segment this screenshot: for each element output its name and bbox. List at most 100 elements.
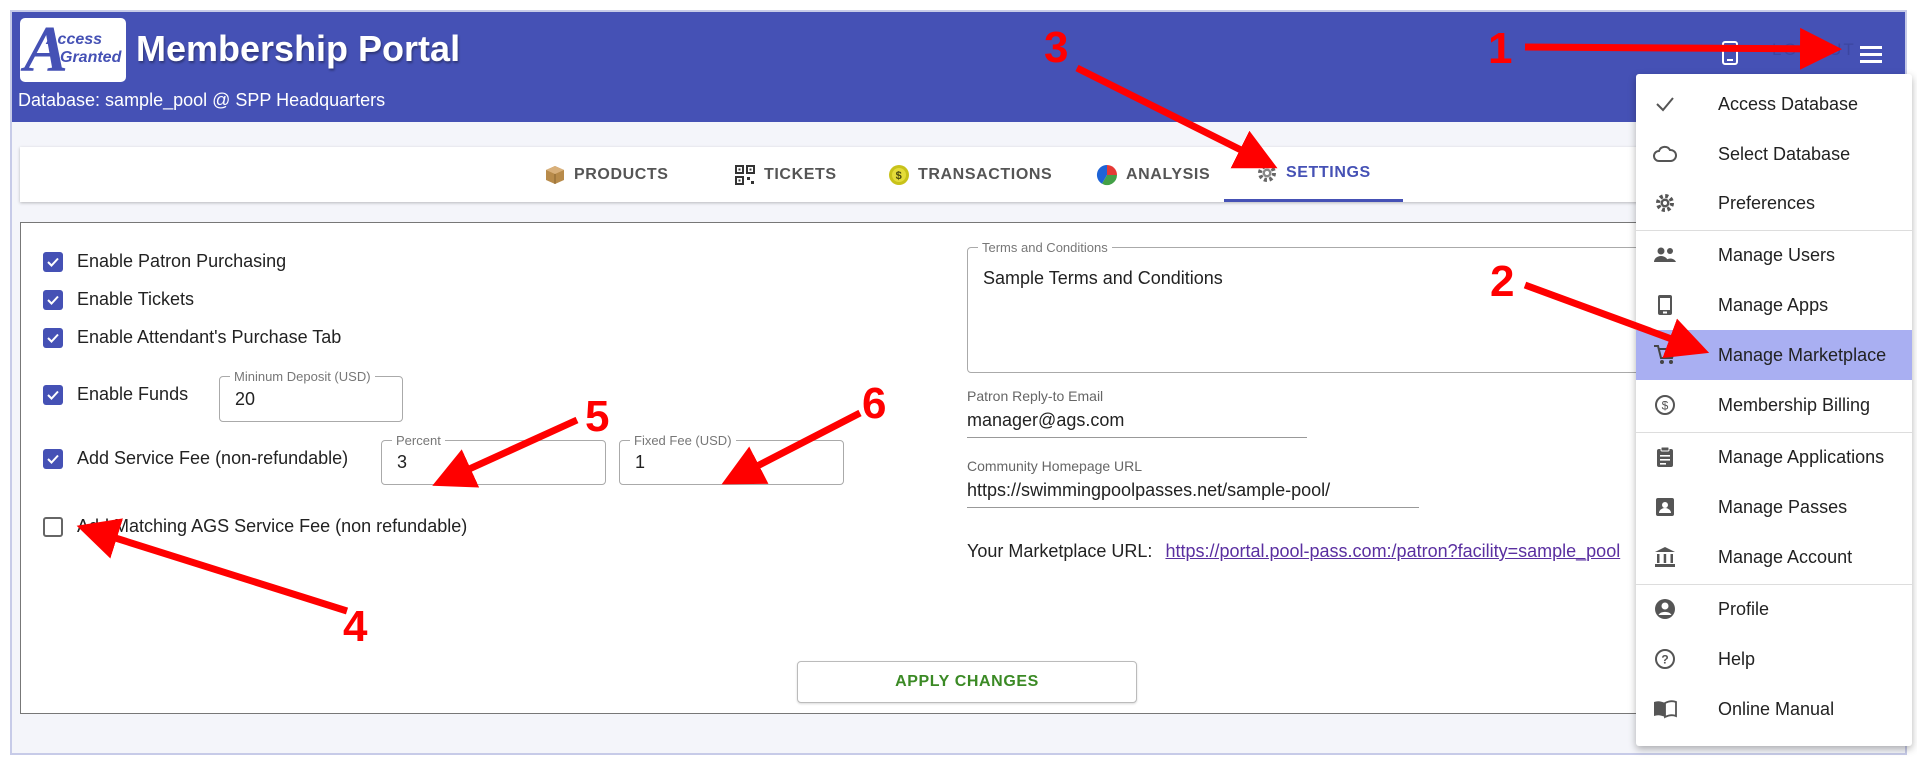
tab-products[interactable]: PRODUCTS [544,147,669,202]
menu-item-access-database[interactable]: Access Database [1636,79,1912,129]
pie-chart-icon [1096,164,1118,186]
book-icon [1650,694,1680,724]
checkbox-label: Enable Patron Purchasing [77,251,287,271]
tab-bar: PRODUCTS TICKETS $ TRANSACTIONS ANALYSIS… [20,147,1638,202]
menu-item-label: Preferences [1718,192,1816,213]
people-icon [1650,240,1680,270]
enable-funds-checkbox[interactable] [43,384,63,405]
field-value: 3 [397,452,408,472]
enable-tickets-checkbox[interactable] [43,289,63,310]
checkbox-label: Enable Tickets [77,289,195,309]
checkbox-label: Add Matching AGS Service Fee (non refund… [77,516,468,536]
field-label: Percent [392,433,445,448]
homepage-url-field[interactable]: Community Homepage URL https://swimmingp… [967,458,1419,508]
logo-text-access: Access [46,31,103,48]
gear-icon [1256,162,1278,184]
svg-text:$: $ [896,170,903,182]
reply-email-field[interactable]: Patron Reply-to Email manager@ags.com [967,388,1307,438]
menu-item-help[interactable]: ? Help [1636,634,1912,684]
enable-attendant-tab-row: Enable Attendant's Purchase Tab [43,327,341,348]
enable-tickets-row: Enable Tickets [43,289,194,310]
hamburger-menu-icon[interactable] [1860,46,1882,64]
bank-icon [1650,542,1680,572]
menu-item-preferences[interactable]: Preferences [1636,178,1912,228]
checkbox-label: Enable Attendant's Purchase Tab [77,327,342,347]
menu-item-profile[interactable]: Profile [1636,584,1912,634]
database-label: Database: sample_pool @ SPP Headquarters [18,90,386,110]
package-icon [544,164,566,186]
svg-text:?: ? [1661,653,1668,667]
dollar-coin-icon: $ [888,164,910,186]
field-label: Community Homepage URL [967,458,1143,474]
terms-and-conditions-field[interactable]: Terms and Conditions Sample Terms and Co… [967,240,1647,373]
menu-item-manage-applications[interactable]: Manage Applications [1636,432,1912,482]
logo-text-granted: Granted [60,49,122,66]
tab-label: ANALYSIS [1126,165,1211,183]
add-matching-fee-row: Add Matching AGS Service Fee (non refund… [43,516,467,537]
check-icon [1650,89,1680,119]
cart-icon [1650,340,1680,370]
app-window: A Access Granted Membership Portal Datab… [10,10,1907,755]
menu-item-membership-billing[interactable]: $ Membership Billing [1636,380,1912,430]
checkbox-label: Add Service Fee (non-refundable) [77,448,349,468]
add-service-fee-checkbox[interactable] [43,448,63,469]
menu-item-manage-account[interactable]: Manage Account [1636,532,1912,582]
menu-item-label: Manage Users [1718,244,1836,265]
settings-panel: Enable Patron Purchasing Enable Tickets … [20,222,1647,714]
apply-changes-button[interactable]: APPLY CHANGES [797,661,1137,703]
menu-item-label: Access Database [1718,93,1859,114]
menu-item-label: Manage Applications [1718,446,1885,467]
menu-item-label: Manage Account [1718,546,1853,567]
enable-funds-row: Enable Funds [43,384,188,405]
menu-item-manage-users[interactable]: Manage Users [1636,230,1912,280]
menu-item-manage-passes[interactable]: Manage Passes [1636,482,1912,532]
tab-analysis[interactable]: ANALYSIS [1096,147,1210,202]
tab-settings[interactable]: SETTINGS [1224,147,1403,202]
app-bar: A Access Granted Membership Portal Datab… [12,12,1905,122]
app-title: Membership Portal [136,28,461,69]
marketplace-url-label: Your Marketplace URL: [967,541,1153,561]
cloud-icon [1650,139,1680,169]
tab-label: PRODUCTS [574,165,669,183]
field-value: https://swimmingpoolpasses.net/sample-po… [967,480,1419,508]
fixed-fee-field[interactable]: Fixed Fee (USD) 1 [619,433,844,485]
tab-transactions[interactable]: $ TRANSACTIONS [888,147,1052,202]
marketplace-url-row: Your Marketplace URL: https://portal.poo… [967,541,1620,562]
field-value: manager@ags.com [967,410,1307,438]
field-label: Terms and Conditions [978,240,1112,255]
qr-code-icon [734,164,756,186]
percent-field[interactable]: Percent 3 [381,433,606,485]
tab-tickets[interactable]: TICKETS [734,147,837,202]
app-logo: A Access Granted [20,18,126,82]
menu-item-manage-apps[interactable]: Manage Apps [1636,280,1912,330]
tab-label: TRANSACTIONS [918,165,1053,183]
field-label: Mininum Deposit (USD) [230,369,375,384]
field-value: Sample Terms and Conditions [983,268,1223,288]
menu-item-label: Membership Billing [1718,394,1871,415]
enable-patron-purchasing-checkbox[interactable] [43,251,63,272]
menu-item-manage-marketplace[interactable]: Manage Marketplace [1636,330,1912,380]
phone-icon[interactable] [1720,40,1740,66]
menu-item-label: Manage Apps [1718,294,1829,315]
logout-button[interactable]: LOGOUT [1772,40,1856,60]
marketplace-url-link[interactable]: https://portal.pool-pass.com:/patron?fac… [1165,541,1620,561]
menu-item-label: Profile [1718,598,1770,619]
menu-item-label: Manage Marketplace [1718,344,1887,365]
menu-item-online-manual[interactable]: Online Manual [1636,684,1912,734]
field-label: Fixed Fee (USD) [630,433,736,448]
help-circle-icon: ? [1650,644,1680,674]
enable-patron-purchasing-row: Enable Patron Purchasing [43,251,286,272]
enable-attendant-tab-checkbox[interactable] [43,327,63,348]
tab-label: SETTINGS [1286,164,1371,181]
add-service-fee-row: Add Service Fee (non-refundable) [43,448,348,469]
minimum-deposit-field[interactable]: Mininum Deposit (USD) 20 [219,369,403,422]
menu-item-label: Select Database [1718,143,1851,164]
tab-label: TICKETS [764,165,837,183]
checkbox-label: Enable Funds [77,384,189,404]
menu-item-select-database[interactable]: Select Database [1636,129,1912,179]
menu-item-label: Online Manual [1718,698,1835,719]
add-matching-fee-checkbox[interactable] [43,516,63,537]
gear-icon [1650,188,1680,218]
phone-icon [1650,290,1680,320]
menu-item-label: Help [1718,648,1756,669]
